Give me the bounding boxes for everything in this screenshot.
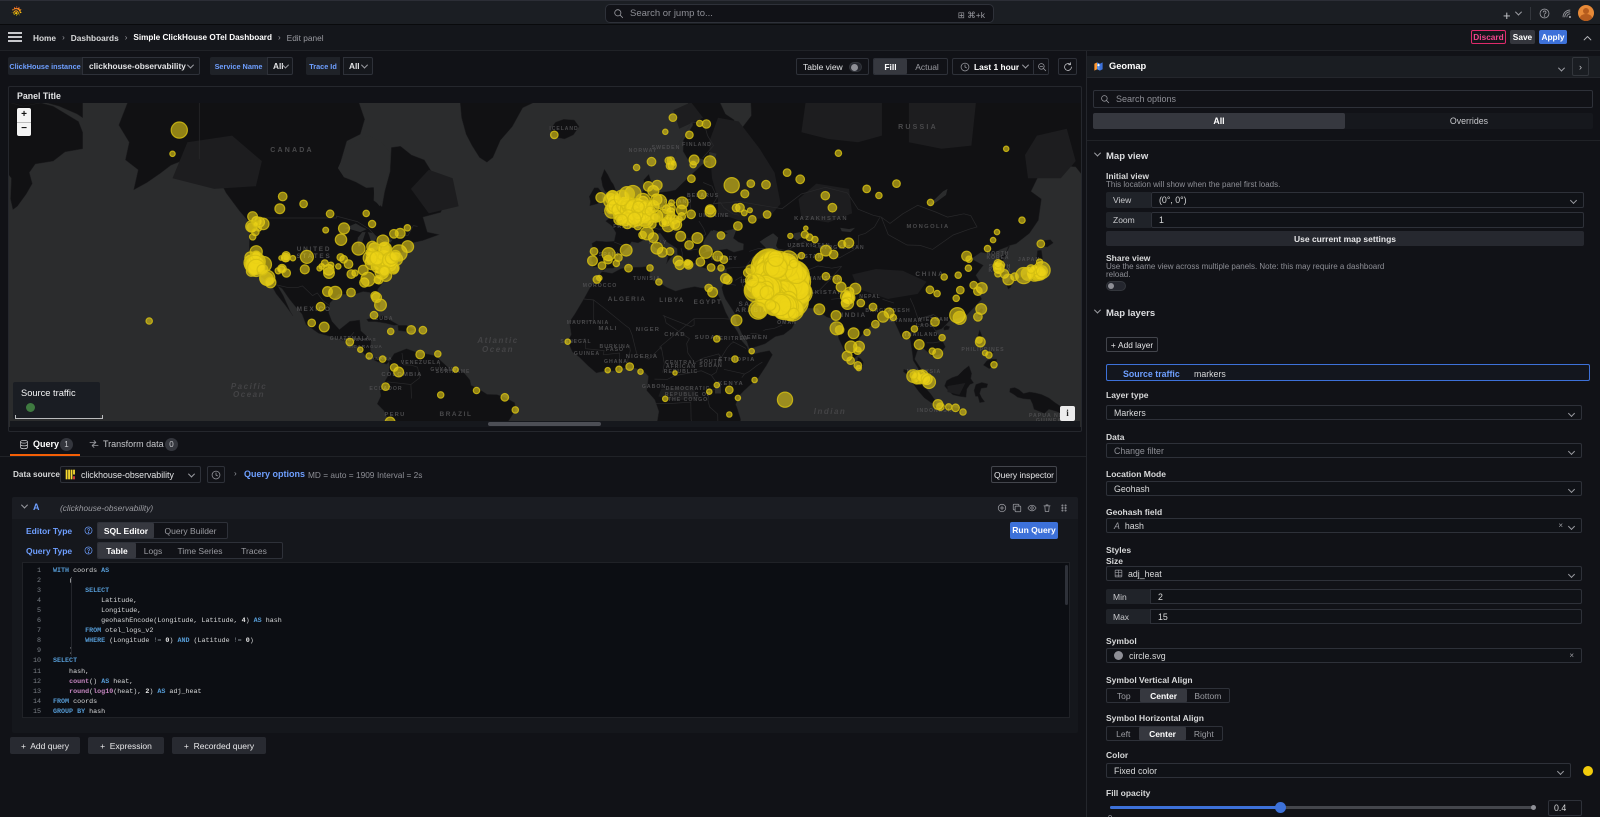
svg-text:INDIA: INDIA bbox=[841, 312, 866, 319]
svg-text:ALGERIA: ALGERIA bbox=[608, 296, 647, 303]
svg-text:FINLAND: FINLAND bbox=[682, 142, 712, 148]
svg-text:FASO: FASO bbox=[606, 347, 624, 353]
svg-text:GABON: GABON bbox=[642, 384, 666, 390]
svg-text:MALI: MALI bbox=[599, 326, 618, 332]
svg-text:SUDAN: SUDAN bbox=[699, 363, 722, 369]
svg-text:VENEZUELA: VENEZUELA bbox=[401, 360, 441, 366]
svg-text:CHINA: CHINA bbox=[915, 271, 944, 278]
svg-text:Ocean: Ocean bbox=[233, 390, 265, 399]
svg-text:Indian: Indian bbox=[814, 407, 847, 416]
svg-text:CANADA: CANADA bbox=[270, 147, 314, 154]
svg-text:GUINEA: GUINEA bbox=[574, 351, 600, 357]
svg-text:EGYPT: EGYPT bbox=[694, 299, 723, 306]
svg-text:LIBYA: LIBYA bbox=[659, 297, 685, 304]
svg-text:MEXICO: MEXICO bbox=[297, 306, 332, 313]
svg-text:KAZAKHSTAN: KAZAKHSTAN bbox=[794, 216, 848, 222]
svg-text:THE CONGO: THE CONGO bbox=[668, 397, 708, 403]
svg-text:NIGERIA: NIGERIA bbox=[626, 354, 659, 360]
svg-text:MONGOLIA: MONGOLIA bbox=[906, 224, 949, 230]
svg-text:RUSSIA: RUSSIA bbox=[898, 124, 938, 131]
svg-text:REPUBLIC: REPUBLIC bbox=[664, 369, 699, 375]
svg-text:BRAZIL: BRAZIL bbox=[439, 411, 472, 418]
svg-text:Atlantic: Atlantic bbox=[476, 336, 518, 345]
svg-text:SWEDEN: SWEDEN bbox=[652, 145, 681, 151]
svg-text:MOROCCO: MOROCCO bbox=[583, 283, 618, 289]
svg-text:NIGER: NIGER bbox=[636, 327, 660, 333]
svg-text:GHANA: GHANA bbox=[604, 359, 628, 365]
svg-text:CHAD: CHAD bbox=[664, 332, 686, 338]
svg-text:YEMEN: YEMEN bbox=[742, 335, 769, 341]
svg-text:Ocean: Ocean bbox=[482, 345, 514, 354]
